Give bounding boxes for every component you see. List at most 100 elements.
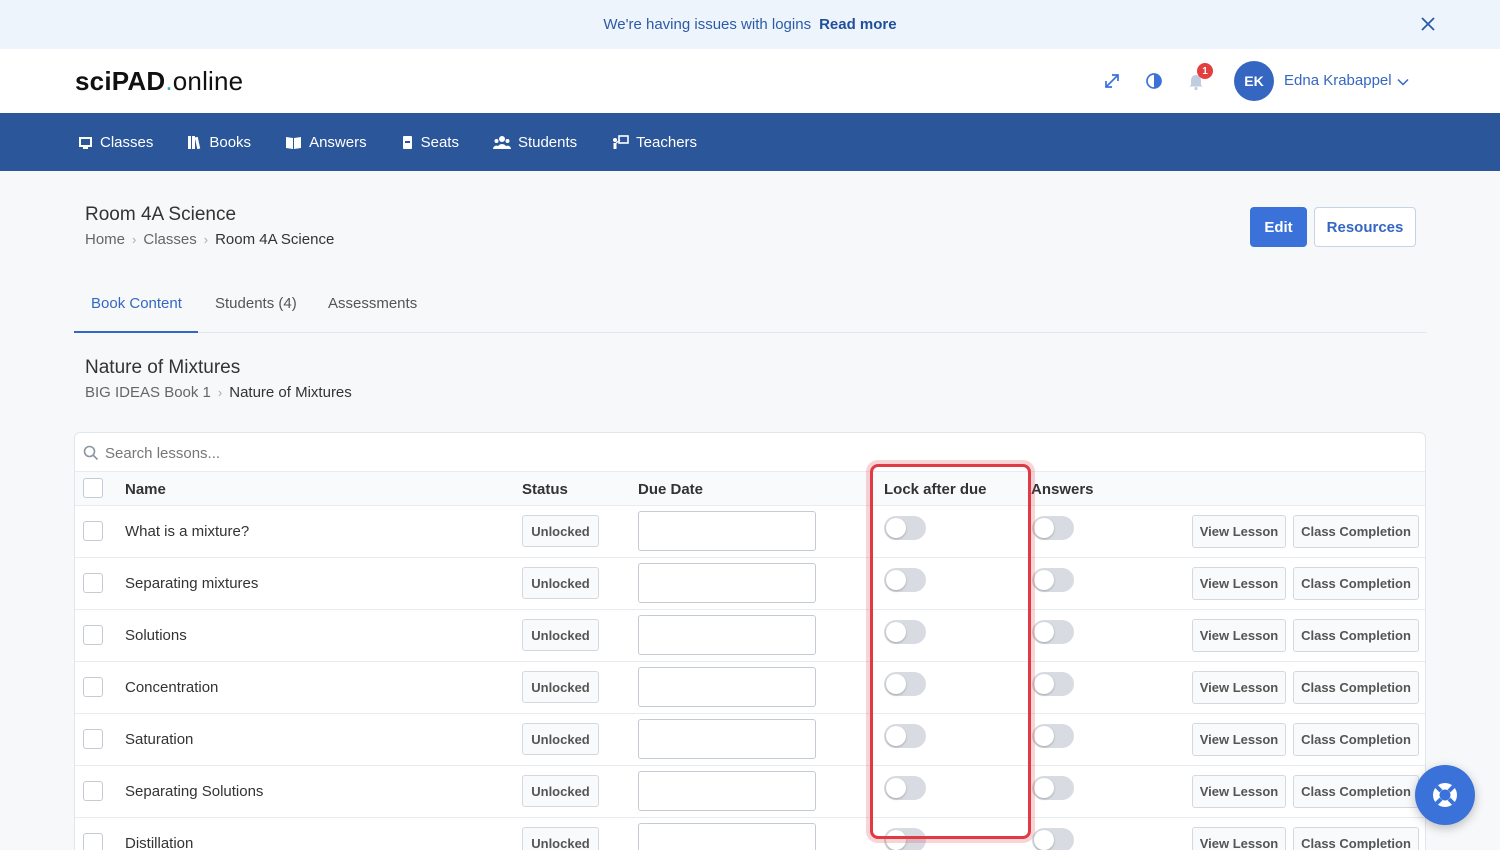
row-checkbox[interactable] <box>83 781 103 801</box>
toggle-knob <box>886 830 906 850</box>
class-completion-button[interactable]: Class Completion <box>1293 671 1419 704</box>
row-checkbox[interactable] <box>83 625 103 645</box>
view-lesson-button[interactable]: View Lesson <box>1192 619 1286 652</box>
status-button[interactable]: Unlocked <box>522 567 599 599</box>
class-completion-button[interactable]: Class Completion <box>1293 723 1419 756</box>
view-lesson-button[interactable]: View Lesson <box>1192 515 1286 548</box>
view-lesson-button[interactable]: View Lesson <box>1192 671 1286 704</box>
status-button[interactable]: Unlocked <box>522 775 599 807</box>
toggle-knob <box>886 622 906 642</box>
active-tab-indicator <box>74 331 198 333</box>
search-input[interactable] <box>105 441 1405 465</box>
toggle-knob <box>1034 830 1054 850</box>
lock-after-due-toggle[interactable] <box>884 828 926 850</box>
toggle-knob <box>1034 778 1054 798</box>
answers-toggle[interactable] <box>1032 776 1074 800</box>
close-icon[interactable] <box>1418 14 1438 34</box>
help-button[interactable] <box>1415 765 1475 825</box>
user-menu[interactable]: Edna Krabappel <box>1284 72 1392 89</box>
view-lesson-button[interactable]: View Lesson <box>1192 567 1286 600</box>
status-button[interactable]: Unlocked <box>522 827 599 850</box>
column-header-answers[interactable]: Answers <box>1031 481 1094 498</box>
toggle-knob <box>1034 674 1054 694</box>
nav-item-students[interactable]: Students <box>492 134 577 151</box>
breadcrumb-book[interactable]: BIG IDEAS Book 1 <box>85 384 211 401</box>
answers-toggle[interactable] <box>1032 724 1074 748</box>
column-header-lock-after-due[interactable]: Lock after due <box>884 481 987 498</box>
nav-item-seats[interactable]: Seats <box>401 134 459 151</box>
answers-toggle[interactable] <box>1032 828 1074 850</box>
view-lesson-button[interactable]: View Lesson <box>1192 775 1286 808</box>
status-button[interactable]: Unlocked <box>522 619 599 651</box>
lock-after-due-toggle[interactable] <box>884 776 926 800</box>
page-title: Room 4A Science <box>85 204 237 225</box>
nav-label: Books <box>209 133 252 151</box>
nav-label: Classes <box>100 133 154 151</box>
tab-students[interactable]: Students (4) <box>215 295 297 312</box>
lock-after-due-toggle[interactable] <box>884 724 926 748</box>
view-lesson-button[interactable]: View Lesson <box>1192 827 1286 850</box>
select-all-checkbox[interactable] <box>83 478 103 498</box>
expand-icon[interactable] <box>1102 71 1122 91</box>
resources-button[interactable]: Resources <box>1314 207 1416 247</box>
column-header-name[interactable]: Name <box>125 481 166 498</box>
nav-label: Seats <box>420 133 459 151</box>
avatar[interactable]: EK <box>1234 61 1274 101</box>
app-logo[interactable]: sciPAD.online <box>75 66 243 97</box>
row-checkbox[interactable] <box>83 521 103 541</box>
breadcrumb-home[interactable]: Home <box>85 231 125 248</box>
lesson-name: What is a mixture? <box>125 523 250 540</box>
toggle-knob <box>886 518 906 538</box>
lock-after-due-toggle[interactable] <box>884 620 926 644</box>
row-checkbox[interactable] <box>83 729 103 749</box>
due-date-input[interactable] <box>638 563 816 603</box>
row-checkbox[interactable] <box>83 833 103 850</box>
lock-after-due-toggle[interactable] <box>884 516 926 540</box>
breadcrumb-classes[interactable]: Classes <box>143 231 196 248</box>
class-completion-button[interactable]: Class Completion <box>1293 515 1419 548</box>
lesson-name: Concentration <box>125 679 219 696</box>
contrast-icon[interactable] <box>1144 71 1164 91</box>
row-checkbox[interactable] <box>83 677 103 697</box>
toggle-knob <box>886 726 906 746</box>
status-button[interactable]: Unlocked <box>522 671 599 703</box>
nav-item-teachers[interactable]: Teachers <box>611 134 697 151</box>
due-date-input[interactable] <box>638 615 816 655</box>
answers-toggle[interactable] <box>1032 516 1074 540</box>
status-button[interactable]: Unlocked <box>522 723 599 755</box>
row-checkbox[interactable] <box>83 573 103 593</box>
column-header-due-date[interactable]: Due Date <box>638 481 703 498</box>
top-header: sciPAD.online 1 EK Edna Krabappel <box>0 49 1500 113</box>
column-header-status[interactable]: Status <box>522 481 568 498</box>
due-date-input[interactable] <box>638 823 816 850</box>
nav-item-classes[interactable]: Classes <box>78 134 153 151</box>
lesson-name: Separating mixtures <box>125 575 259 592</box>
due-date-input[interactable] <box>638 771 816 811</box>
search-bar <box>75 433 1425 472</box>
due-date-input[interactable] <box>638 667 816 707</box>
answers-toggle[interactable] <box>1032 620 1074 644</box>
read-more-link[interactable]: Read more <box>819 16 897 33</box>
lock-after-due-toggle[interactable] <box>884 672 926 696</box>
chevron-down-icon[interactable] <box>1396 75 1410 89</box>
lock-after-due-toggle[interactable] <box>884 568 926 592</box>
class-completion-button[interactable]: Class Completion <box>1293 567 1419 600</box>
answers-toggle[interactable] <box>1032 568 1074 592</box>
class-completion-button[interactable]: Class Completion <box>1293 619 1419 652</box>
lessons-table: Name Status Due Date Lock after due Answ… <box>74 432 1426 850</box>
answers-icon <box>286 136 302 149</box>
nav-item-answers[interactable]: Answers <box>285 134 367 151</box>
nav-item-books[interactable]: Books <box>187 134 251 151</box>
due-date-input[interactable] <box>638 511 816 551</box>
books-icon <box>188 135 201 149</box>
lesson-name: Saturation <box>125 731 194 748</box>
tab-assessments[interactable]: Assessments <box>328 295 417 312</box>
status-button[interactable]: Unlocked <box>522 515 599 547</box>
answers-toggle[interactable] <box>1032 672 1074 696</box>
class-completion-button[interactable]: Class Completion <box>1293 775 1419 808</box>
class-completion-button[interactable]: Class Completion <box>1293 827 1419 850</box>
edit-button[interactable]: Edit <box>1250 207 1307 247</box>
due-date-input[interactable] <box>638 719 816 759</box>
view-lesson-button[interactable]: View Lesson <box>1192 723 1286 756</box>
tab-book-content[interactable]: Book Content <box>91 295 182 312</box>
